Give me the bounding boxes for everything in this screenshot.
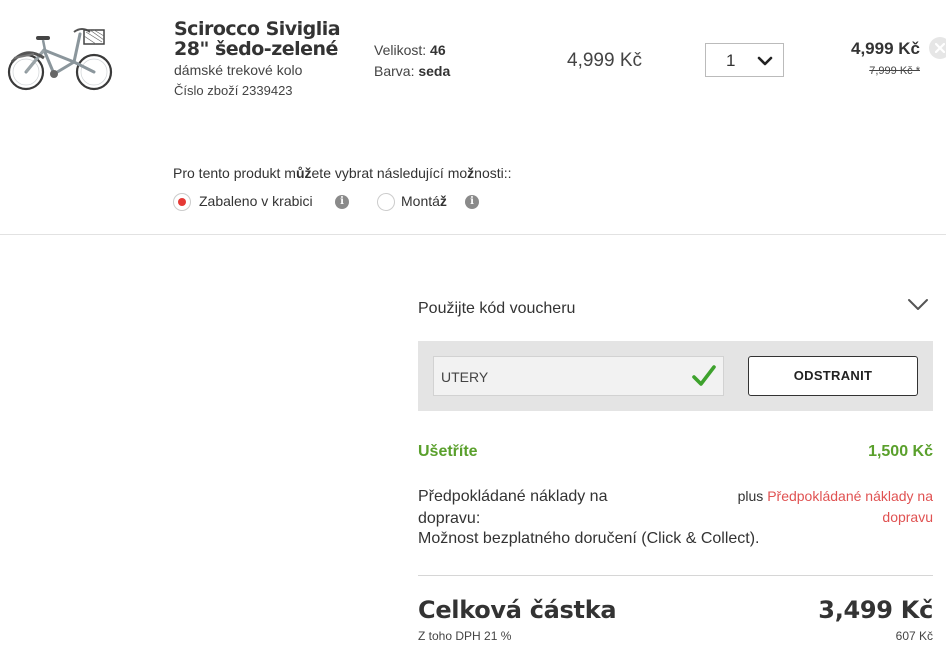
- size-label: Velikost:: [374, 42, 427, 58]
- radio-boxed-label[interactable]: Zabaleno v krabici: [199, 193, 313, 209]
- color-value: seda: [418, 63, 451, 79]
- options-title: Pro tento produkt můžete vybrat následuj…: [173, 165, 512, 181]
- product-color: Barva: seda: [374, 63, 450, 79]
- total-label: Celková částka: [418, 596, 617, 624]
- shipping-cost-link[interactable]: Předpokládané náklady na dopravu: [767, 488, 933, 525]
- voucher-panel: UTERY ODSTRANIT: [418, 341, 933, 411]
- voucher-input[interactable]: UTERY: [433, 356, 724, 396]
- check-icon: [691, 364, 717, 388]
- chevron-down-icon: [757, 54, 773, 66]
- shipping-label: Předpokládané náklady na dopravu:: [418, 488, 608, 527]
- savings-value: 1,500 Kč: [868, 443, 933, 460]
- savings-label: Ušetříte: [418, 443, 478, 460]
- quantity-value: 1: [726, 51, 736, 70]
- free-delivery-note: Možnost bezplatného doručení (Click & Co…: [418, 530, 760, 547]
- radio-boxed[interactable]: [173, 193, 191, 211]
- section-divider: [0, 234, 946, 235]
- color-label: Barva:: [374, 63, 415, 79]
- total-value: 3,499 Kč: [818, 596, 933, 624]
- size-value: 46: [430, 42, 446, 58]
- unit-price: 4,999 Kč: [567, 50, 642, 71]
- remove-item-button[interactable]: [929, 37, 946, 59]
- info-icon[interactable]: i: [335, 195, 349, 209]
- voucher-code: UTERY: [441, 369, 489, 385]
- voucher-title[interactable]: Použijte kód voucheru: [418, 300, 575, 318]
- vat-label: Z toho DPH 21 %: [418, 629, 512, 643]
- line-total: 4,999 Kč: [851, 39, 920, 58]
- chevron-down-icon[interactable]: [907, 298, 929, 312]
- quantity-select[interactable]: 1: [705, 43, 784, 77]
- product-size: Velikost: 46: [374, 42, 446, 58]
- vat-value: 607 Kč: [895, 629, 933, 643]
- product-item-number: Číslo zboží 2339423: [174, 83, 293, 98]
- radio-assembly[interactable]: [377, 193, 395, 211]
- original-price: 7,999 Kč *: [869, 65, 920, 77]
- shipping-value: plus Předpokládané náklady na dopravu: [737, 488, 933, 525]
- total-divider: [418, 575, 933, 576]
- product-image[interactable]: [4, 22, 118, 98]
- info-icon[interactable]: i: [465, 195, 479, 209]
- product-title[interactable]: Scirocco Siviglia 28" šedo-zelené: [174, 19, 354, 59]
- remove-voucher-button[interactable]: ODSTRANIT: [748, 356, 918, 396]
- radio-assembly-label[interactable]: Montáž: [401, 193, 447, 209]
- product-subtitle: dámské trekové kolo: [174, 62, 303, 78]
